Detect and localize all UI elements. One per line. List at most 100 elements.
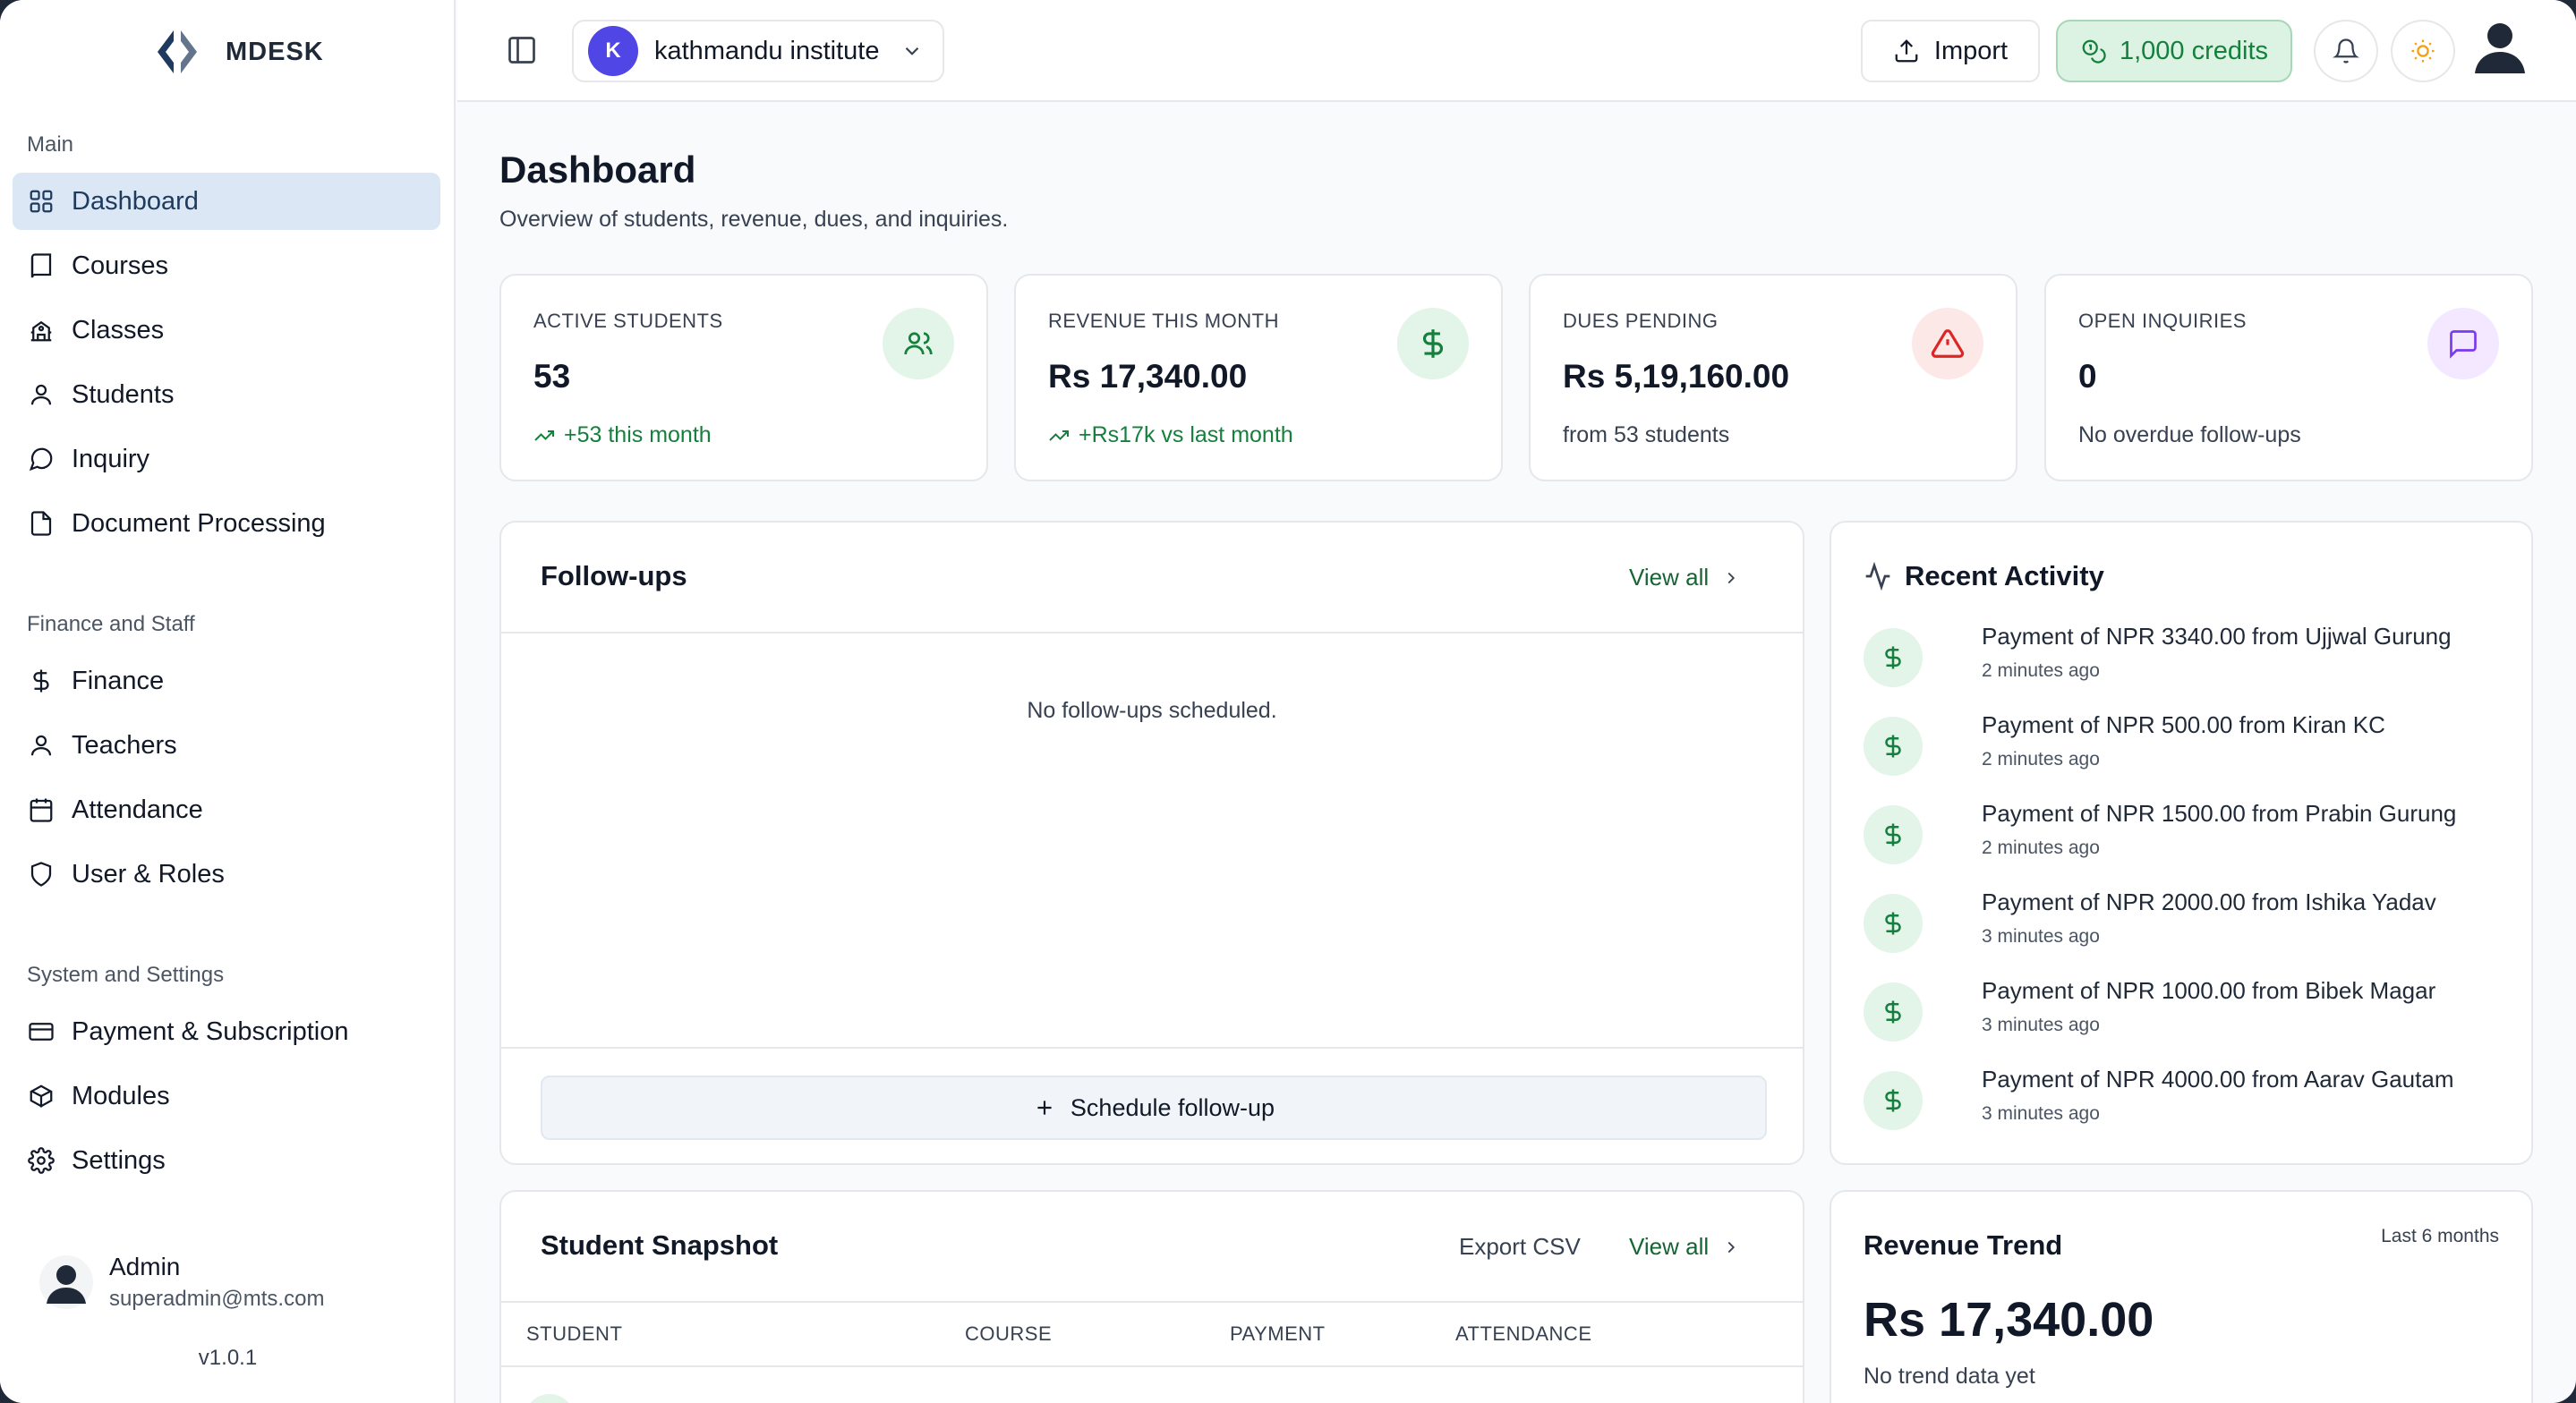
stat-card-inquiries[interactable]: OPEN INQUIRIES 0 No overdue follow-ups — [2044, 274, 2533, 481]
column-header-student[interactable]: STUDENT — [526, 1322, 622, 1346]
sidebar-item-dashboard[interactable]: Dashboard — [13, 173, 440, 230]
sidebar-item-classes[interactable]: Classes — [13, 302, 440, 359]
theme-toggle-button[interactable] — [2391, 20, 2455, 82]
followups-panel: Follow-ups View all No follow-ups schedu… — [499, 521, 1804, 1165]
import-button[interactable]: Import — [1861, 20, 2040, 82]
upload-icon — [1895, 39, 1918, 63]
user-name: Admin — [109, 1253, 181, 1280]
sidebar-item-document-processing[interactable]: Document Processing — [13, 495, 440, 552]
activity-dot — [1864, 1071, 1923, 1130]
user-icon — [27, 731, 55, 760]
activity-item[interactable]: Payment of NPR 1000.00 from Bibek Magar … — [1864, 977, 2508, 1049]
activity-pulse-icon — [1865, 562, 1890, 591]
panel-left-icon — [508, 37, 535, 64]
sidebar-item-label: User & Roles — [72, 859, 225, 889]
dollar-icon — [1885, 1089, 1901, 1112]
activity-dot — [1864, 628, 1923, 687]
activity-item[interactable]: Payment of NPR 1500.00 from Prabin Gurun… — [1864, 800, 2508, 872]
stat-label: OPEN INQUIRIES — [2078, 310, 2247, 332]
activity-title: Recent Activity — [1905, 560, 2104, 591]
sun-icon — [2411, 39, 2435, 63]
sidebar-item-teachers[interactable]: Teachers — [13, 717, 440, 774]
app-version: v1.0.1 — [198, 1346, 258, 1370]
page-subtitle: Overview of students, revenue, dues, and… — [499, 207, 1009, 232]
column-header-payment[interactable]: PAYMENT — [1230, 1322, 1326, 1346]
sidebar-item-attendance[interactable]: Attendance — [13, 781, 440, 838]
app-window: MDESK Main Dashboard Courses Classes Stu… — [0, 0, 2576, 1403]
sidebar-user[interactable]: Admin superadmin@mts.com — [39, 1253, 324, 1312]
dollar-icon — [27, 667, 55, 695]
sidebar-item-settings[interactable]: Settings — [13, 1132, 440, 1189]
avatar-icon — [39, 1255, 93, 1309]
divider — [501, 632, 1803, 633]
dollar-icon — [1885, 912, 1901, 935]
sidebar-item-label: Finance — [72, 666, 165, 695]
activity-item[interactable]: Payment of NPR 3340.00 from Ujjwal Gurun… — [1864, 623, 2508, 694]
credits-button[interactable]: 1,000 credits — [2056, 20, 2292, 82]
activity-time: 2 minutes ago — [1982, 660, 2100, 681]
trend-range: Last 6 months — [2381, 1226, 2499, 1246]
notifications-button[interactable] — [2314, 20, 2378, 82]
export-csv-button[interactable]: Export CSV — [1459, 1233, 1581, 1261]
activity-text: Payment of NPR 2000.00 from Ishika Yadav — [1982, 889, 2436, 915]
snapshot-title: Student Snapshot — [541, 1229, 779, 1261]
sidebar-item-finance[interactable]: Finance — [13, 652, 440, 710]
section-label-finance: Finance and Staff — [27, 612, 195, 636]
top-bar: K kathmandu institute Import 1,000 credi… — [457, 0, 2576, 102]
stat-card-revenue[interactable]: REVENUE THIS MONTH Rs 17,340.00 +Rs17k v… — [1014, 274, 1503, 481]
profile-avatar-icon[interactable] — [2468, 14, 2532, 79]
brand[interactable]: MDESK — [152, 27, 324, 77]
user-email: superadmin@mts.com — [109, 1287, 325, 1311]
stat-icon-box — [1397, 308, 1469, 379]
sidebar-item-label: Classes — [72, 315, 165, 344]
stat-label: DUES PENDING — [1563, 310, 1719, 332]
student-snapshot-panel: Student Snapshot Export CSV View all STU… — [499, 1190, 1804, 1403]
sidebar-toggle-button[interactable] — [506, 34, 538, 66]
followups-view-all-link[interactable]: View all — [1629, 564, 1741, 591]
stat-card-active-students[interactable]: ACTIVE STUDENTS 53 +53 this month — [499, 274, 988, 481]
sidebar-item-label: Settings — [72, 1145, 166, 1175]
activity-dot — [1864, 982, 1923, 1042]
activity-time: 2 minutes ago — [1982, 838, 2100, 858]
schedule-followup-button[interactable]: Schedule follow-up — [541, 1076, 1767, 1140]
stat-value: 53 — [533, 358, 571, 395]
activity-item[interactable]: Payment of NPR 500.00 from Kiran KC 2 mi… — [1864, 711, 2508, 783]
recent-activity-panel: Recent Activity Payment of NPR 3340.00 f… — [1830, 521, 2533, 1165]
view-all-label: View all — [1629, 1233, 1710, 1260]
chevron-right-icon — [1727, 1241, 1736, 1253]
sidebar-item-students[interactable]: Students — [13, 366, 440, 423]
stat-sub-text: +53 this month — [564, 422, 712, 447]
snapshot-view-all-link[interactable]: View all — [1629, 1233, 1741, 1261]
column-header-course[interactable]: COURSE — [965, 1322, 1052, 1346]
trend-value: Rs 17,340.00 — [1864, 1293, 2154, 1347]
sidebar-item-payment-subscription[interactable]: Payment & Subscription — [13, 1003, 440, 1060]
sidebar-item-courses[interactable]: Courses — [13, 237, 440, 294]
book-icon — [27, 251, 55, 280]
activity-item[interactable]: Payment of NPR 2000.00 from Ishika Yadav… — [1864, 889, 2508, 960]
revenue-trend-panel: Revenue Trend Last 6 months Rs 17,340.00… — [1830, 1190, 2533, 1403]
org-switcher[interactable]: K kathmandu institute — [572, 20, 944, 82]
stat-sub: No overdue follow-ups — [2078, 422, 2301, 448]
sidebar-item-inquiry[interactable]: Inquiry — [13, 430, 440, 488]
stat-icon-box — [2427, 308, 2499, 379]
activity-dot — [1864, 805, 1923, 864]
brand-name: MDESK — [226, 37, 324, 66]
sidebar-item-modules[interactable]: Modules — [13, 1067, 440, 1125]
stat-sub: from 53 students — [1563, 422, 1729, 448]
file-icon — [27, 509, 55, 538]
section-label-system: System and Settings — [27, 963, 225, 987]
activity-text: Payment of NPR 1000.00 from Bibek Magar — [1982, 977, 2436, 1004]
alert-triangle-icon — [1931, 329, 1965, 358]
credits-label: 1,000 credits — [2119, 36, 2269, 65]
column-header-attendance[interactable]: ATTENDANCE — [1455, 1322, 1592, 1346]
sidebar-item-user-roles[interactable]: User & Roles — [13, 846, 440, 903]
coins-icon — [2082, 39, 2106, 64]
org-badge: K — [588, 26, 638, 76]
stat-card-dues[interactable]: DUES PENDING Rs 5,19,160.00 from 53 stud… — [1529, 274, 2017, 481]
activity-item[interactable]: Payment of NPR 4000.00 from Aarav Gautam… — [1864, 1066, 2508, 1137]
activity-dot — [1864, 717, 1923, 776]
sidebar-item-label: Courses — [72, 251, 168, 280]
activity-text: Payment of NPR 4000.00 from Aarav Gautam — [1982, 1066, 2454, 1093]
package-icon — [27, 1082, 55, 1110]
page-title: Dashboard — [499, 149, 696, 191]
